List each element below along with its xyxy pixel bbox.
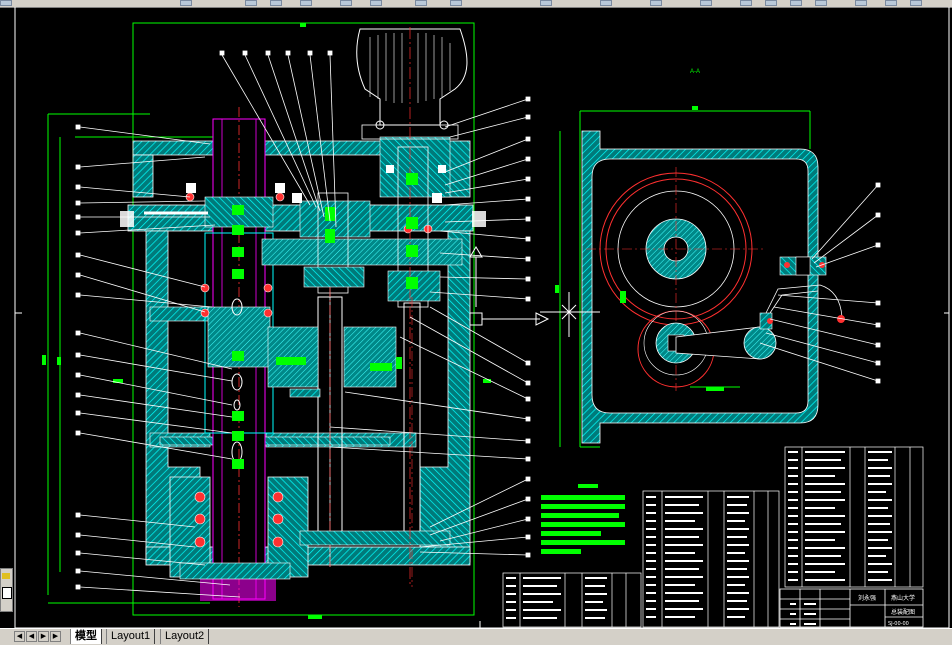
parts-list-lower-text: [506, 577, 607, 619]
toolbar-button[interactable]: [415, 0, 427, 6]
parts-list-middle: [642, 490, 780, 628]
toolbar-button[interactable]: [540, 0, 552, 6]
toolbar-button[interactable]: [0, 0, 12, 6]
toolbar-button[interactable]: [180, 0, 192, 6]
ucs-icon: [0, 568, 13, 612]
side-view: A-A: [555, 69, 881, 448]
tab-layout1[interactable]: Layout1: [106, 629, 156, 644]
tab-layout2[interactable]: Layout2: [160, 629, 210, 644]
toolbar-button[interactable]: [790, 0, 802, 6]
drawing-canvas[interactable]: A-A 刘永强 燕山大学 总装配图 SJ-00-00: [0, 7, 952, 628]
toolbar-button[interactable]: [885, 0, 897, 6]
title-code: SJ-00-00: [888, 621, 909, 627]
toolbar-button[interactable]: [855, 0, 867, 6]
toolbar-button[interactable]: [910, 0, 922, 6]
toolbar-button[interactable]: [300, 0, 312, 6]
toolbar-button[interactable]: [450, 0, 462, 6]
next-icon[interactable]: ▶: [38, 631, 49, 642]
parts-list-upper-text: [788, 451, 892, 581]
toolbar-button[interactable]: [340, 0, 352, 6]
toolbar-button[interactable]: [245, 0, 257, 6]
toolbar-button[interactable]: [650, 0, 662, 6]
title-designer: 刘永强: [858, 594, 876, 602]
toolbar-button[interactable]: [600, 0, 612, 6]
last-icon[interactable]: ▶: [50, 631, 61, 642]
prev-icon[interactable]: ◀: [26, 631, 37, 642]
toolbar-button[interactable]: [765, 0, 777, 6]
title-school: 燕山大学: [891, 594, 915, 602]
toolbar-button[interactable]: [815, 0, 827, 6]
toolbar-button[interactable]: [740, 0, 752, 6]
parts-list-middle-text: [646, 496, 749, 618]
tech-requirements: [541, 484, 625, 554]
title-drawing-name: 总装配图: [891, 608, 915, 616]
first-icon[interactable]: ◀: [14, 631, 25, 642]
toolbar-button[interactable]: [270, 0, 282, 6]
layout-tab-bar: ◀ ◀ ▶ ▶ 模型 Layout1 Layout2: [0, 628, 952, 645]
toolbar-button[interactable]: [700, 0, 712, 6]
toolbar-button[interactable]: [370, 0, 382, 6]
front-section-view: [42, 22, 550, 619]
view-label: A-A: [690, 69, 700, 75]
tab-model[interactable]: 模型: [70, 629, 102, 644]
